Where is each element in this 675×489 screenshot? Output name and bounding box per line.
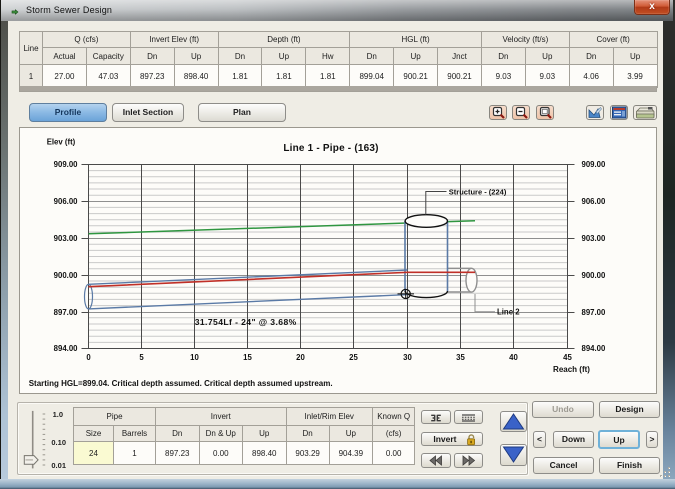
svg-text:Reach (ft): Reach (ft) [553,365,590,374]
svg-text:Structure - (224): Structure - (224) [449,187,507,196]
svg-text:906.00: 906.00 [54,197,79,206]
svg-text:900.00: 900.00 [582,271,607,280]
svg-text:897.00: 897.00 [54,308,79,317]
svg-text:10: 10 [190,353,199,362]
svg-text:25: 25 [349,353,358,362]
svg-text:897.00: 897.00 [582,308,607,317]
svg-text:31.754Lf - 24" @ 3.68%: 31.754Lf - 24" @ 3.68% [195,317,297,327]
svg-text:20: 20 [296,353,305,362]
svg-text:894.00: 894.00 [54,344,79,353]
svg-text:903.00: 903.00 [54,234,79,243]
svg-text:45: 45 [563,353,572,362]
svg-text:Starting HGL=899.04. Critical: Starting HGL=899.04. Critical depth assu… [29,379,333,388]
svg-text:30: 30 [403,353,412,362]
svg-text:906.00: 906.00 [582,197,607,206]
svg-text:0: 0 [86,353,91,362]
svg-text:903.00: 903.00 [582,234,607,243]
svg-text:900.00: 900.00 [54,271,79,280]
svg-text:40: 40 [509,353,518,362]
svg-text:5: 5 [139,353,144,362]
svg-text:909.00: 909.00 [582,160,607,169]
svg-text:Line 1 - Pipe - (163): Line 1 - Pipe - (163) [283,143,378,154]
svg-text:909.00: 909.00 [54,160,79,169]
svg-text:35: 35 [456,353,465,362]
svg-text:Elev (ft): Elev (ft) [47,138,76,147]
svg-text:894.00: 894.00 [582,344,607,353]
svg-text:Line 2: Line 2 [497,308,520,317]
svg-text:15: 15 [243,353,252,362]
